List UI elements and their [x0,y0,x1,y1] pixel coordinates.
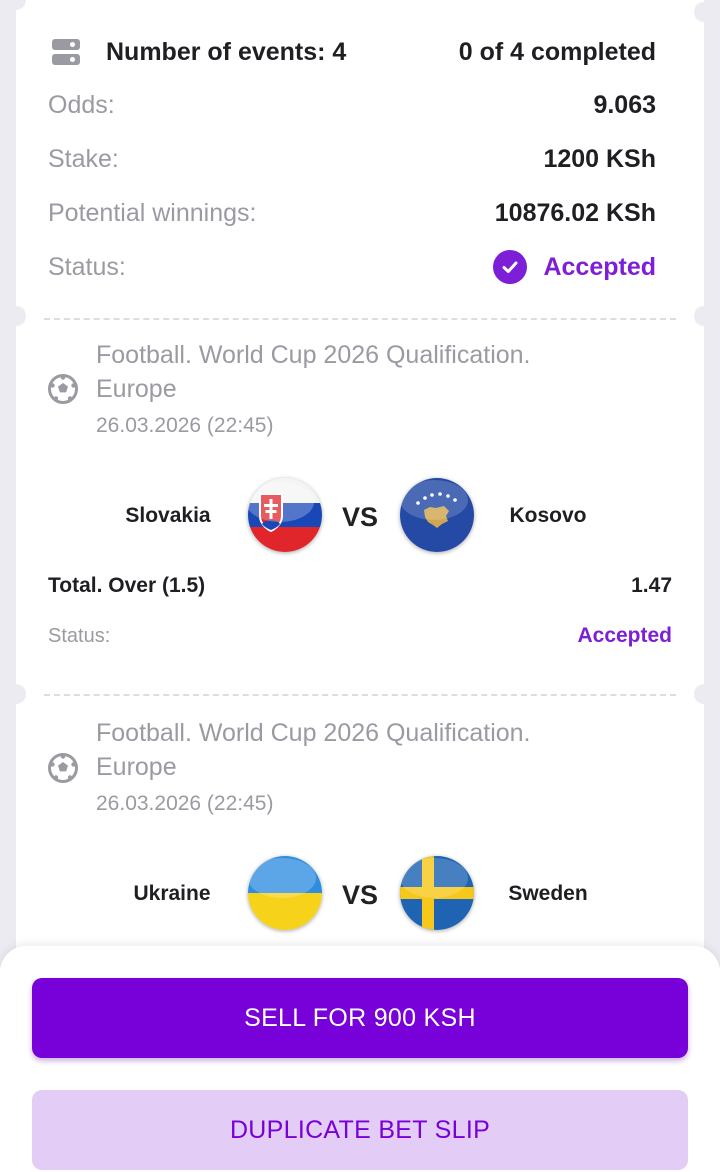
completed-count: 0 of 4 completed [458,37,656,66]
ukraine-flag-icon [248,856,322,930]
events-toggle-icon [52,38,80,66]
football-icon [48,753,78,783]
status-row: Status: Accepted [48,250,656,284]
home-team: Ukraine [133,882,211,905]
bet-slip-card: Number of events: 4 0 of 4 completed Odd… [16,0,704,960]
versus-label: VS [341,880,379,910]
market-odd: 1.47 [631,574,672,597]
events-count: Number of events: 4 [106,37,347,66]
ticket-notch [6,684,26,704]
event-competition: Football. World Cup 2026 Qualification. … [96,719,531,781]
event-status-row: Status: Accepted [48,624,672,648]
stake-row: Stake: 1200 KSh [48,142,656,176]
status-value: Accepted [543,252,656,281]
potential-winnings-row: Potential winnings: 10876.02 KSh [48,196,656,230]
ticket-notch [694,2,714,22]
odds-label: Odds: [48,90,115,119]
market-name: Total. Over (1.5) [48,574,206,597]
actions-sheet: SELL FOR 900 KSH DUPLICATE BET SLIP [0,946,720,1172]
ticket-notch [694,306,714,326]
status-label: Status: [48,252,126,281]
event-competition: Football. World Cup 2026 Qualification. … [96,341,531,403]
event-status-label: Status: [48,624,111,647]
potential-winnings-value: 10876.02 KSh [494,198,656,227]
event-status-value: Accepted [577,624,672,647]
versus-label: VS [341,502,379,532]
divider [44,318,676,320]
duplicate-bet-slip-button[interactable]: DUPLICATE BET SLIP [32,1090,688,1170]
check-icon [493,250,528,284]
event-datetime: 26.03.2026 (22:45) [96,792,274,815]
sell-bet-button[interactable]: SELL FOR 900 KSH [32,978,688,1058]
stake-label: Stake: [48,144,119,173]
market-row: Total. Over (1.5) 1.47 [48,574,672,598]
ticket-notch [6,306,26,326]
home-team: Slovakia [125,504,211,527]
odds-value: 9.063 [593,90,656,119]
football-icon [48,374,78,404]
potential-winnings-label: Potential winnings: [48,198,257,227]
stake-value: 1200 KSh [543,144,656,173]
odds-row: Odds: 9.063 [48,88,656,122]
away-team: Sweden [508,882,588,905]
summary-header: Number of events: 4 0 of 4 completed [52,34,656,70]
event-datetime: 26.03.2026 (22:45) [96,414,274,437]
slovakia-flag-icon [248,478,322,552]
status-badge: Accepted [493,250,656,284]
divider [44,694,676,696]
away-team: Kosovo [509,504,587,527]
ticket-notch [694,684,714,704]
